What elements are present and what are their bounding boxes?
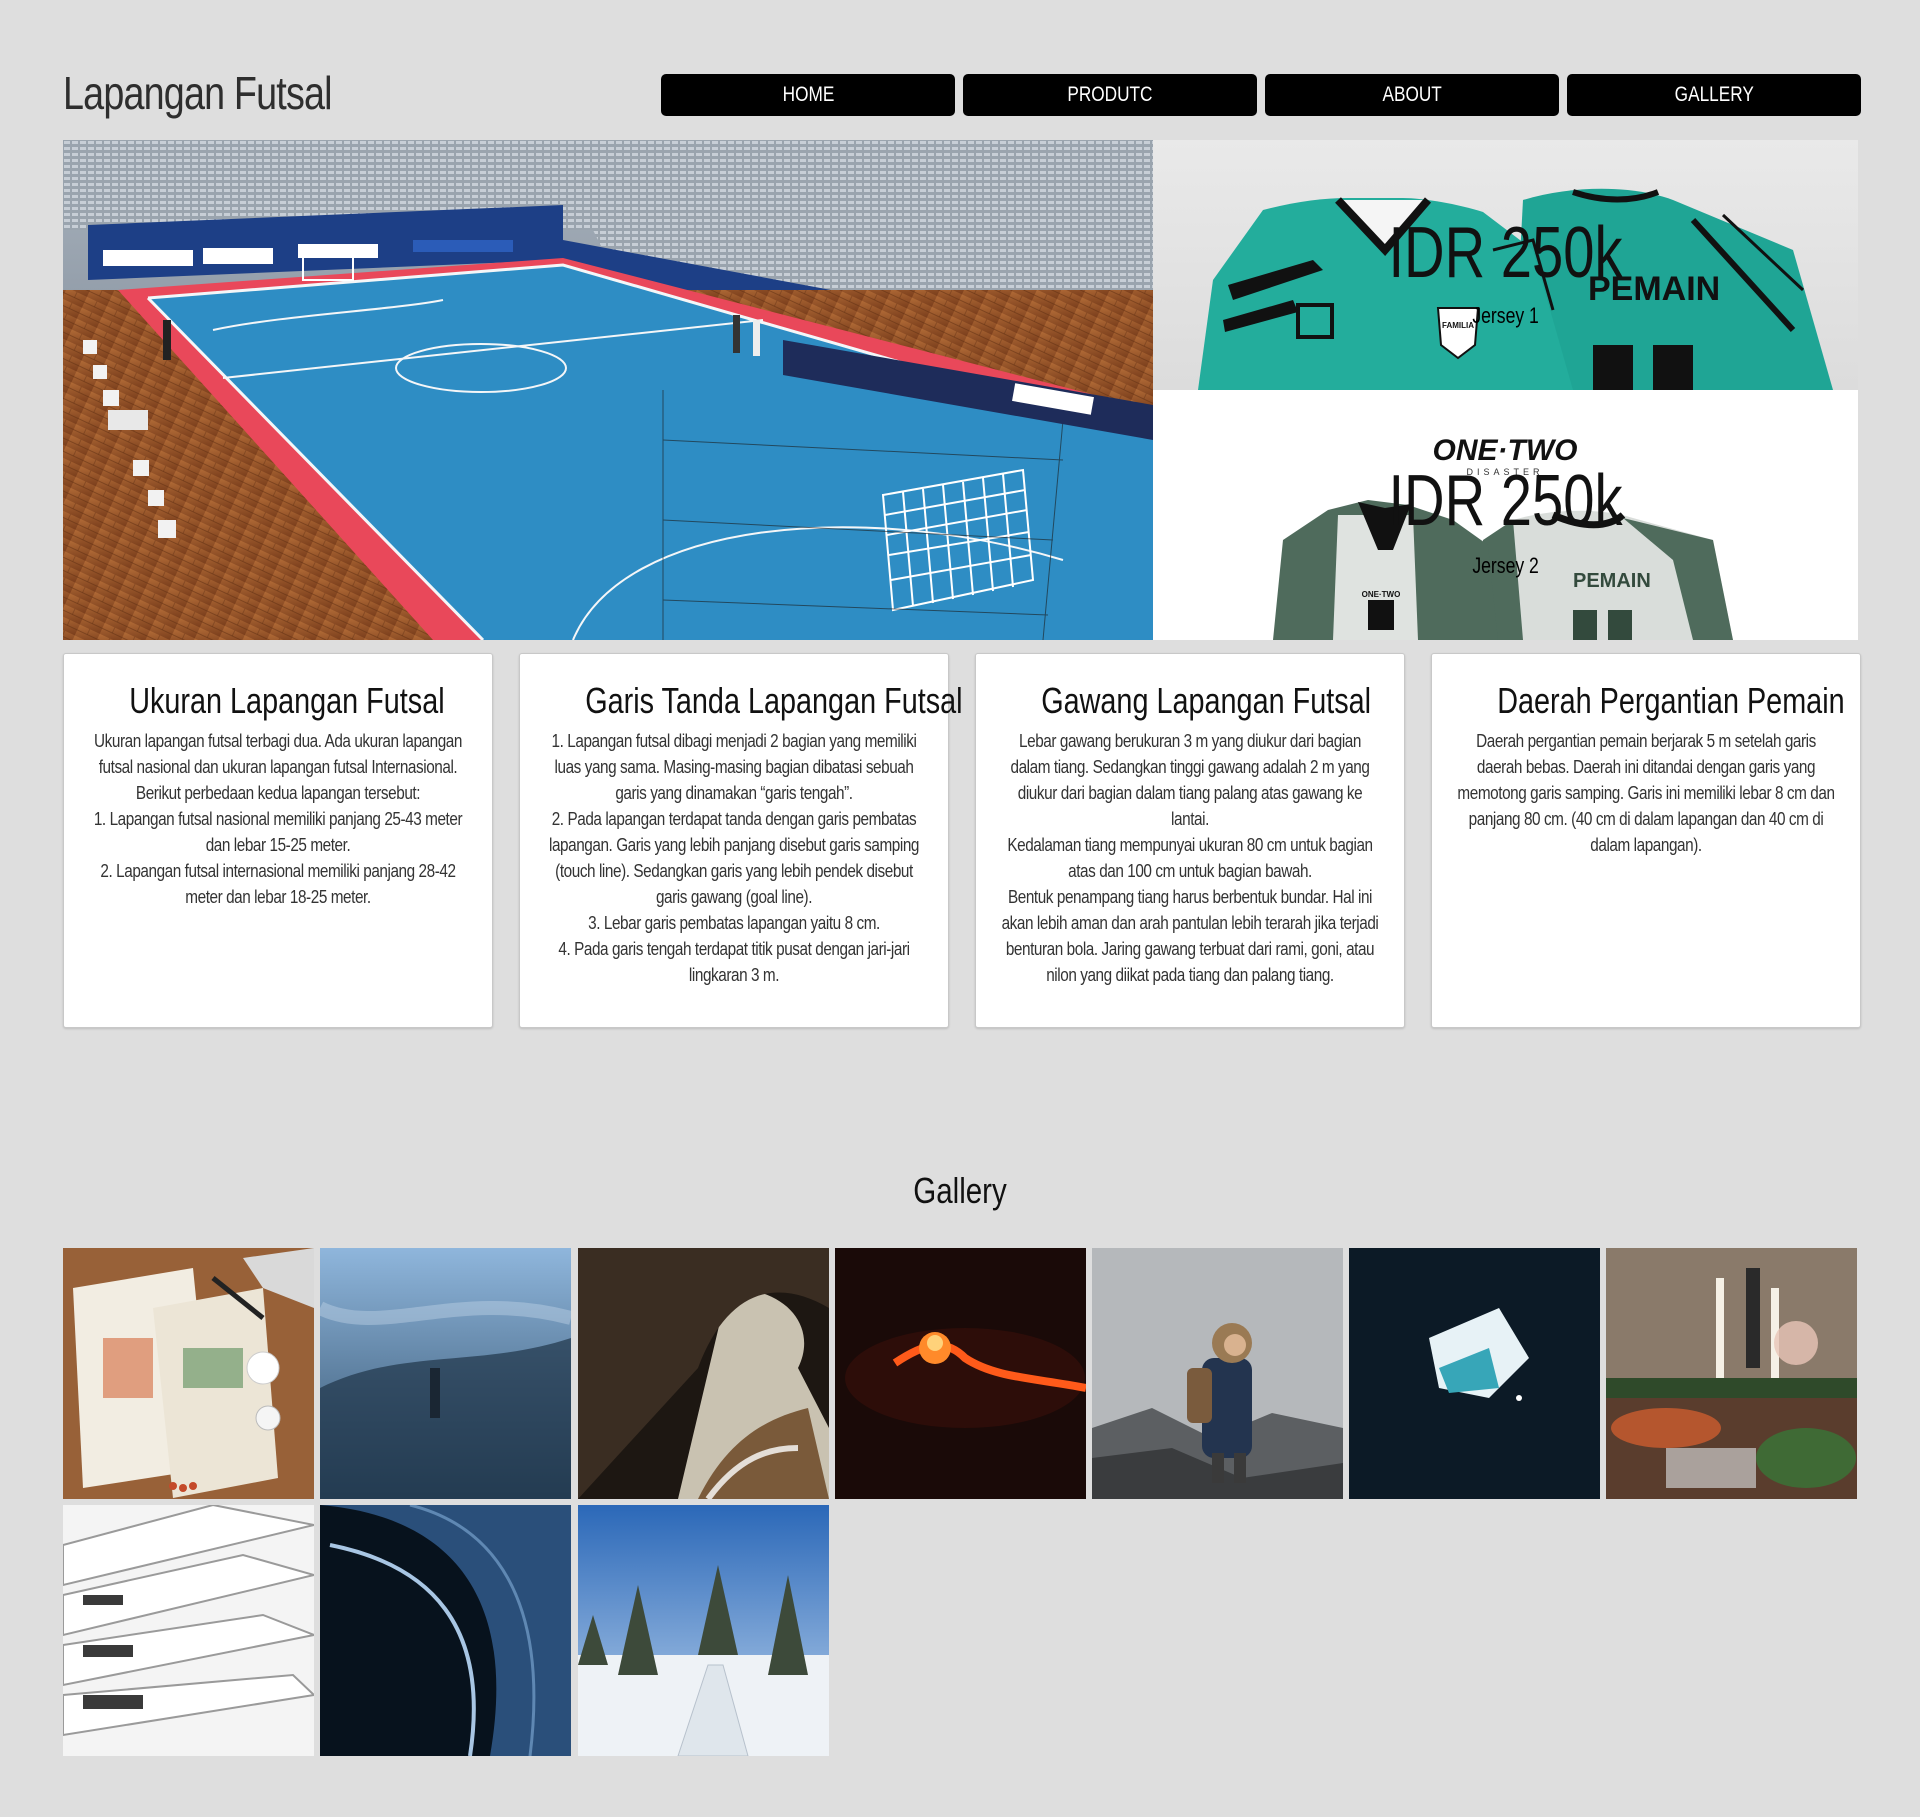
- info-card-pergantian: Daerah Pergantian Pemain Daerah perganti…: [1431, 653, 1861, 1028]
- svg-text:ONE·TWO: ONE·TWO: [1362, 590, 1401, 599]
- product-card-jersey-2[interactable]: ONE·TWO DISASTER PEMAIN ONE·TWO IDR 250k…: [1153, 390, 1858, 640]
- product-price: IDR 250k: [1388, 213, 1623, 293]
- gallery-photo-dinner[interactable]: [1606, 1248, 1857, 1499]
- nav-product-button[interactable]: PRODUTC: [963, 74, 1257, 116]
- card-title: Gawang Lapangan Futsal: [1041, 680, 1372, 721]
- card-body: Daerah pergantian pemain berjarak 5 m se…: [1457, 731, 1835, 855]
- nav-about-button[interactable]: ABOUT: [1265, 74, 1559, 116]
- gallery-photo-lava[interactable]: [835, 1248, 1086, 1499]
- gallery-photo-lighthouse[interactable]: [320, 1248, 571, 1499]
- gallery-photo-journal[interactable]: [63, 1248, 314, 1499]
- nav-home-button[interactable]: HOME: [661, 74, 955, 116]
- site-title: Lapangan Futsal: [63, 67, 333, 119]
- product-name-text: Jersey 2: [1472, 553, 1539, 578]
- info-card-ukuran: Ukuran Lapangan Futsal Ukuran lapangan f…: [63, 653, 493, 1028]
- product-price: IDR 250k: [1388, 461, 1623, 541]
- card-body: Lebar gawang berukuran 3 m yang diukur d…: [1001, 731, 1379, 985]
- info-card-gawang: Gawang Lapangan Futsal Lebar gawang beru…: [975, 653, 1405, 1028]
- product-name-text: Jersey 1: [1472, 303, 1539, 328]
- nav-home-label: HOME: [782, 83, 834, 106]
- product-name: Jersey 1: [1153, 303, 1858, 329]
- card-body: 1. Lapangan futsal dibagi menjadi 2 bagi…: [548, 731, 920, 985]
- nav-product-label: PRODUTC: [1067, 83, 1153, 106]
- gallery-heading-text: Gallery: [913, 1170, 1007, 1211]
- card-title: Daerah Pergantian Pemain: [1497, 680, 1845, 721]
- gallery-photo-building[interactable]: [63, 1505, 314, 1756]
- hero-court-image: [63, 140, 1153, 640]
- gallery-photo-snow-forest[interactable]: [578, 1505, 829, 1756]
- card-body: Ukuran lapangan futsal terbagi dua. Ada …: [93, 731, 463, 907]
- nav-gallery-button[interactable]: GALLERY: [1567, 74, 1861, 116]
- gallery-photo-hiker[interactable]: [1092, 1248, 1343, 1499]
- product-name: Jersey 2: [1153, 553, 1858, 579]
- info-cards: Ukuran Lapangan Futsal Ukuran lapangan f…: [63, 653, 1861, 1028]
- gallery-heading: Gallery: [0, 1170, 1920, 1212]
- nav-gallery-label: GALLERY: [1674, 83, 1754, 106]
- info-card-garis: Garis Tanda Lapangan Futsal 1. Lapangan …: [519, 653, 963, 1028]
- main-nav: HOME PRODUTC ABOUT GALLERY: [661, 74, 1861, 116]
- card-title: Garis Tanda Lapangan Futsal: [585, 680, 963, 721]
- card-title: Ukuran Lapangan Futsal: [129, 680, 445, 721]
- gallery-photo-cave[interactable]: [578, 1248, 829, 1499]
- gallery-photo-ice[interactable]: [1349, 1248, 1600, 1499]
- product-card-jersey-1[interactable]: PEMAIN FAMILIA IDR 250k Jersey 1: [1153, 140, 1858, 390]
- nav-about-label: ABOUT: [1382, 83, 1442, 106]
- gallery-photo-abstract[interactable]: [320, 1505, 571, 1756]
